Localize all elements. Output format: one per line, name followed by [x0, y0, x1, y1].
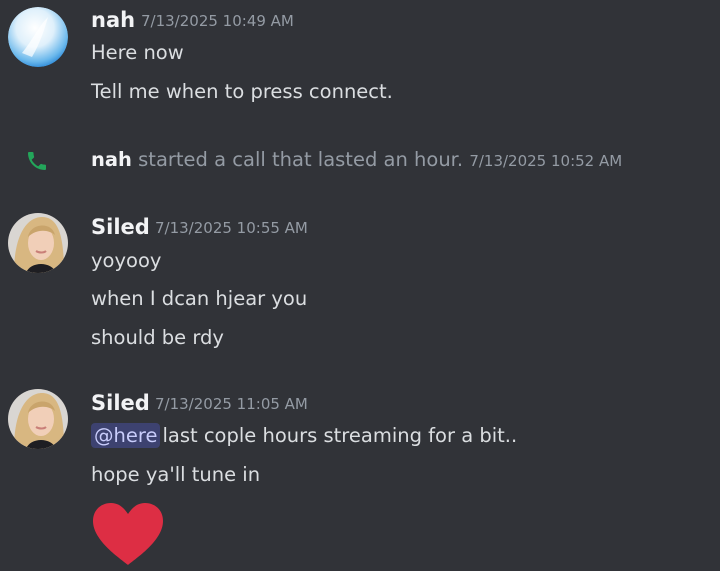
avatar-siled[interactable]	[8, 213, 68, 273]
avatar-nah[interactable]	[8, 7, 68, 67]
author-name[interactable]: Siled	[91, 390, 150, 416]
call-author-name[interactable]: nah	[91, 148, 132, 171]
mention-here[interactable]: @here	[91, 423, 161, 448]
message-text: when I dcan hjear you	[91, 287, 308, 310]
avatar-nah-image	[8, 7, 68, 67]
message-text: should be rdy	[91, 326, 224, 349]
message-text: yoyooy	[91, 249, 162, 272]
message-line: last cople hours streaming for a bit..	[162, 424, 518, 447]
message-text: Tell me when to press connect.	[91, 80, 393, 103]
message-text: Here now	[91, 41, 184, 64]
call-timestamp: 7/13/2025 10:52 AM	[469, 152, 623, 170]
author-name[interactable]: nah	[91, 7, 135, 33]
message-timestamp: 7/13/2025 11:05 AM	[155, 395, 308, 413]
message-text: @here last cople hours streaming for a bi…	[91, 422, 517, 450]
avatar-siled[interactable]	[8, 389, 68, 449]
phone-icon	[25, 149, 49, 173]
message-text: hope ya'll tune in	[91, 463, 261, 486]
call-system-message: nah started a call that lasted an hour. …	[91, 146, 622, 175]
message-timestamp: 7/13/2025 10:49 AM	[141, 12, 294, 30]
avatar-siled-image	[8, 213, 68, 273]
message-timestamp: 7/13/2025 10:55 AM	[155, 219, 308, 237]
avatar-siled-image	[8, 389, 68, 449]
red-heart-emoji[interactable]	[91, 501, 165, 567]
call-text: started a call that lasted an hour.	[138, 148, 464, 171]
author-name[interactable]: Siled	[91, 214, 150, 240]
